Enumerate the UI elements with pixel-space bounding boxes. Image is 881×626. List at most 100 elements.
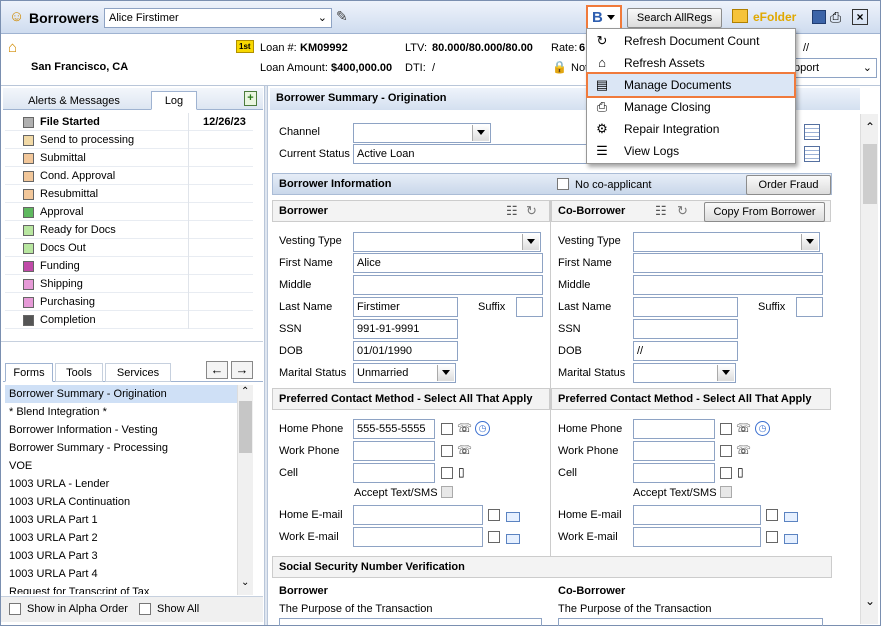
refresh-icon[interactable]: ↻ [526,203,537,219]
milestone-row[interactable]: Send to processing [5,131,253,149]
borrower-first-name-input[interactable]: Alice [353,253,543,273]
tab-alerts-messages[interactable]: Alerts & Messages [19,91,129,110]
form-list-item[interactable]: * Blend Integration * [5,403,239,421]
clock-icon[interactable]: ◷ [475,421,490,436]
forward-arrow-icon[interactable]: → [231,361,253,379]
mail-icon[interactable] [506,534,520,544]
borrower-dob-input[interactable]: 01/01/1990 [353,341,458,361]
home-email-input[interactable] [353,505,483,525]
mail-icon[interactable] [784,512,798,522]
no-coapplicant-checkbox[interactable] [557,178,569,190]
form-list-item[interactable]: 1003 URLA Part 1 [5,511,239,529]
header-right-select[interactable]: pport ⌄ [791,58,877,78]
mail-icon[interactable] [784,534,798,544]
co-work-email-checkbox[interactable] [766,531,778,543]
milestone-row[interactable]: Shipping [5,275,253,293]
coborrower-ssn-input[interactable] [633,319,738,339]
milestone-row[interactable]: Approval [5,203,253,221]
milestone-row[interactable]: Cond. Approval [5,167,253,185]
scroll-thumb[interactable] [239,401,252,453]
home-phone-input[interactable]: 555-555-5555 [353,419,435,439]
form-list-item[interactable]: Borrower Summary - Processing [5,439,239,457]
co-work-phone-checkbox[interactable] [720,445,732,457]
current-status-field[interactable]: Active Loan [353,144,593,164]
milestone-row[interactable]: Submittal [5,149,253,167]
milestone-row[interactable]: Docs Out [5,239,253,257]
co-cell-input[interactable] [633,463,715,483]
co-accept-sms-checkbox[interactable] [720,486,732,498]
copy-from-borrower-button[interactable]: Copy From Borrower [704,202,825,222]
borrower-last-name-input[interactable]: Firstimer [353,297,458,317]
clock-icon[interactable]: ◷ [755,421,770,436]
contacts-icon[interactable]: ☷ [655,203,667,219]
form-list-item[interactable]: Borrower Information - Vesting [5,421,239,439]
co-work-email-input[interactable] [633,527,761,547]
co-cell-checkbox[interactable] [720,467,732,479]
tab-tools[interactable]: Tools [55,363,103,382]
tab-forms[interactable]: Forms [5,363,53,382]
borrower-ssn-input[interactable]: 991-91-9991 [353,319,458,339]
form-list-item[interactable]: 1003 URLA Part 3 [5,547,239,565]
calendar-icon[interactable] [804,124,820,140]
work-email-checkbox[interactable] [488,531,500,543]
borrower-suffix-input[interactable] [516,297,543,317]
milestone-row[interactable]: Purchasing [5,293,253,311]
form-list-item[interactable]: Borrower Summary - Origination [5,385,239,403]
menu-item-refresh-assets[interactable]: ⌂ Refresh Assets [588,52,794,74]
order-fraud-button[interactable]: Order Fraud [746,175,831,195]
co-home-phone-checkbox[interactable] [720,423,732,435]
milestone-row[interactable]: Ready for Docs [5,221,253,239]
efolder-link[interactable]: eFolder [753,10,796,24]
menu-item-refresh-document-count[interactable]: ↻ Refresh Document Count [588,30,794,52]
coborrower-dob-input[interactable]: // [633,341,738,361]
form-list-item[interactable]: 1003 URLA Continuation [5,493,239,511]
scroll-up-icon[interactable]: ⌃ [865,120,875,134]
save-icon[interactable] [812,10,826,24]
coborrower-vesting-select[interactable] [633,232,820,252]
coborrower-marital-select[interactable] [633,363,736,383]
work-email-input[interactable] [353,527,483,547]
menu-item-manage-documents[interactable]: ▤ Manage Documents [586,72,796,98]
scroll-down-icon[interactable]: ⌄ [241,577,249,588]
form-list-item[interactable]: Request for Transcript of Tax [5,583,239,594]
co-home-email-input[interactable] [633,505,761,525]
scroll-down-icon[interactable]: ⌄ [865,594,875,608]
cell-input[interactable] [353,463,435,483]
borrower-select[interactable]: Alice Firstimer ⌄ [104,8,332,28]
home-email-checkbox[interactable] [488,509,500,521]
cell-checkbox[interactable] [441,467,453,479]
milestone-row[interactable]: Resubmittal [5,185,253,203]
menu-item-manage-closing[interactable]: ⎙ Manage Closing [588,96,794,118]
show-alpha-checkbox[interactable] [9,603,21,615]
form-list-item[interactable]: VOE [5,457,239,475]
menu-item-view-logs[interactable]: ☰ View Logs [588,140,794,162]
tab-services[interactable]: Services [105,363,171,382]
borrower-marital-select[interactable]: Unmarried [353,363,456,383]
co-home-email-checkbox[interactable] [766,509,778,521]
form-list-item[interactable]: 1003 URLA - Lender [5,475,239,493]
form-list-item[interactable]: 1003 URLA Part 4 [5,565,239,583]
scroll-thumb[interactable] [863,144,877,204]
forms-scrollbar[interactable]: ⌃ ⌄ [237,385,253,595]
work-phone-input[interactable] [353,441,435,461]
co-work-phone-input[interactable] [633,441,715,461]
calendar-icon[interactable] [804,146,820,162]
accept-sms-checkbox[interactable] [441,486,453,498]
mail-icon[interactable] [506,512,520,522]
show-all-checkbox[interactable] [139,603,151,615]
milestone-row[interactable]: File Started 12/26/23 [5,113,253,131]
home-phone-checkbox[interactable] [441,423,453,435]
print-icon[interactable]: ⎙ [830,9,841,26]
milestone-row[interactable]: Completion [5,311,253,329]
contacts-icon[interactable]: ☷ [506,203,518,219]
tab-log[interactable]: Log [151,91,197,110]
scroll-up-icon[interactable]: ⌃ [241,386,249,397]
main-scrollbar[interactable]: ⌃ ⌄ [860,114,878,624]
edit-icon[interactable]: ✎ [336,8,348,25]
channel-select[interactable] [353,123,491,143]
coborrower-suffix-input[interactable] [796,297,823,317]
coborrower-middle-name-input[interactable] [633,275,823,295]
search-allregs-button[interactable]: Search AllRegs [627,8,722,28]
coborrower-last-name-input[interactable] [633,297,738,317]
work-phone-checkbox[interactable] [441,445,453,457]
